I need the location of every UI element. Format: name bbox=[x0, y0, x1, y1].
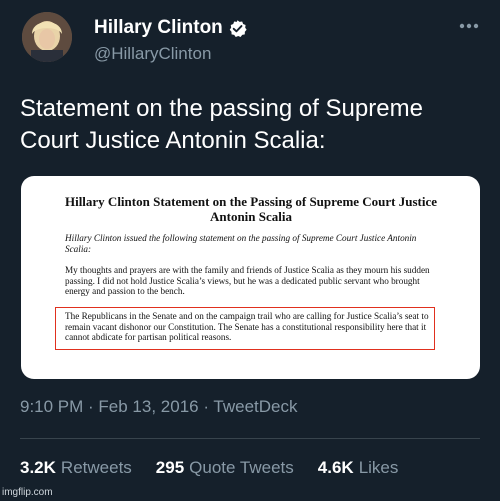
verified-badge-icon bbox=[229, 19, 247, 37]
likes-label: Likes bbox=[358, 458, 399, 477]
tweet: Hillary Clinton @HillaryClinton Statemen… bbox=[0, 0, 500, 501]
avatar[interactable] bbox=[22, 12, 72, 62]
divider bbox=[20, 438, 480, 439]
tweet-media-image[interactable]: Hillary Clinton Statement on the Passing… bbox=[21, 176, 480, 379]
retweets-label: Retweets bbox=[60, 458, 132, 477]
tweet-text: Statement on the passing of Supreme Cour… bbox=[20, 95, 423, 154]
document-paragraph-2: The Republicans in the Senate and on the… bbox=[65, 311, 429, 342]
author-display-name[interactable]: Hillary Clinton bbox=[94, 17, 223, 39]
profile-photo-icon bbox=[22, 12, 72, 62]
engagement-stats: 3.2K Retweets 295 Quote Tweets 4.6K Likes bbox=[20, 458, 422, 478]
document-intro: Hillary Clinton issued the following sta… bbox=[65, 233, 417, 254]
more-options-icon[interactable] bbox=[455, 18, 483, 34]
document-paragraph-1: My thoughts and prayers are with the fam… bbox=[65, 265, 430, 296]
watermark: imgflip.com bbox=[2, 487, 53, 498]
author-name-row[interactable]: Hillary Clinton bbox=[94, 17, 247, 39]
quote-tweets-stat[interactable]: 295 Quote Tweets bbox=[156, 458, 294, 478]
likes-stat[interactable]: 4.6K Likes bbox=[318, 458, 399, 478]
quote-tweets-label: Quote Tweets bbox=[189, 458, 294, 477]
document-title: Hillary Clinton Statement on the Passing… bbox=[64, 194, 438, 224]
likes-count: 4.6K bbox=[317, 458, 354, 477]
tweet-timestamp[interactable]: 9:10 PM · Feb 13, 2016 · TweetDeck bbox=[20, 397, 298, 417]
quote-tweets-count: 295 bbox=[155, 458, 185, 477]
retweets-count: 3.2K bbox=[20, 458, 56, 477]
author-handle[interactable]: @HillaryClinton bbox=[94, 44, 211, 64]
retweets-stat[interactable]: 3.2K Retweets bbox=[20, 458, 132, 478]
